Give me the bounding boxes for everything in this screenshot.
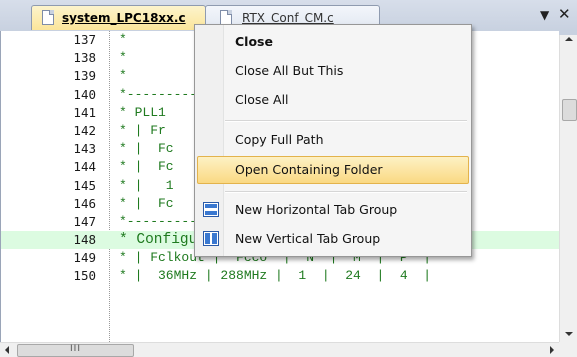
line-number: 137 — [73, 32, 96, 47]
scroll-down-icon[interactable] — [565, 332, 573, 336]
menu-item-close[interactable]: Close — [197, 28, 469, 56]
tab-label: system_LPC18xx.c — [62, 11, 186, 25]
tab-context-menu: Close Close All But This Close All Copy … — [194, 24, 472, 257]
line-number: 146 — [73, 195, 96, 211]
menu-item-new-horizontal-tab-group[interactable]: New Horizontal Tab Group — [197, 196, 469, 224]
menu-item-new-vertical-tab-group[interactable]: New Vertical Tab Group — [197, 225, 469, 253]
line-number: 141 — [73, 104, 96, 120]
menu-item-label: Open Containing Folder — [235, 162, 383, 177]
scroll-up-icon[interactable] — [565, 37, 573, 41]
document-icon — [42, 10, 54, 25]
tab-system-lpc18xx[interactable]: system_LPC18xx.c — [31, 5, 206, 30]
code-line[interactable]: 150 * | 36MHz | 288MHz | 1 | 24 | 4 | — [1, 267, 560, 285]
scroll-right-icon[interactable] — [550, 346, 554, 354]
line-number: 138 — [73, 50, 96, 66]
menu-separator — [225, 191, 467, 193]
line-number: 145 — [73, 177, 96, 193]
menu-item-open-containing-folder[interactable]: Open Containing Folder — [197, 156, 469, 184]
menu-item-label: Close — [235, 34, 273, 49]
tab-list-dropdown-icon[interactable]: ▼ — [540, 8, 549, 22]
line-number: 150 — [73, 268, 96, 284]
line-number: 149 — [73, 250, 96, 266]
menu-item-close-all-but-this[interactable]: Close All But This — [197, 57, 469, 85]
menu-item-copy-full-path[interactable]: Copy Full Path — [197, 126, 469, 154]
vertical-scrollbar[interactable] — [559, 31, 577, 342]
document-icon — [220, 10, 232, 25]
menu-item-label: New Horizontal Tab Group — [235, 202, 398, 217]
line-number: 143 — [73, 141, 96, 157]
line-number: 139 — [73, 68, 96, 84]
code-text: * | 36MHz | 288MHz | 1 | 24 | 4 | — [119, 268, 432, 284]
menu-item-label: Close All — [235, 92, 289, 107]
line-number: 148 — [73, 232, 96, 248]
line-number: 142 — [73, 122, 96, 138]
horizontal-tab-group-icon — [203, 202, 219, 217]
menu-separator — [225, 120, 467, 122]
line-number: 144 — [73, 159, 96, 175]
menu-item-label: Copy Full Path — [235, 132, 324, 147]
line-number: 140 — [73, 86, 96, 102]
close-tab-icon[interactable]: ✕ — [558, 5, 571, 23]
menu-item-close-all[interactable]: Close All — [197, 86, 469, 114]
menu-item-label: Close All But This — [235, 63, 344, 78]
menu-item-label: New Vertical Tab Group — [235, 231, 381, 246]
scrollbar-corner — [559, 342, 577, 357]
horizontal-scrollbar[interactable]: III — [0, 342, 559, 357]
splitter-handle[interactable] — [559, 31, 577, 35]
vertical-scroll-thumb[interactable] — [562, 99, 577, 121]
scroll-left-icon[interactable] — [5, 346, 9, 354]
code-text: * PLL1 — [119, 104, 166, 120]
horizontal-scroll-thumb[interactable]: III — [17, 344, 134, 357]
code-text: * — [119, 68, 127, 84]
line-number: 147 — [73, 213, 96, 229]
vertical-tab-group-icon — [203, 231, 219, 246]
